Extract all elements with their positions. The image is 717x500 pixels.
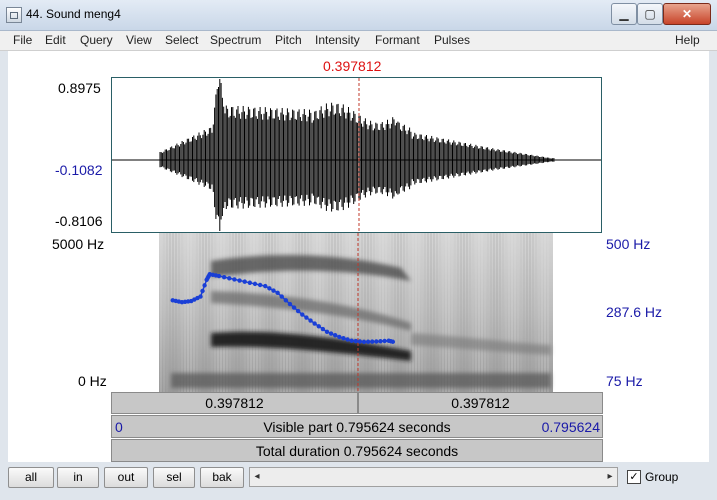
- visible-end-time: 0.795624: [541, 419, 600, 435]
- pitch-point: [200, 288, 205, 294]
- pitch-point: [357, 339, 363, 344]
- pitch-point: [365, 339, 371, 344]
- pitch-point: [324, 329, 330, 334]
- visible-part-bar[interactable]: 0 Visible part 0.795624 seconds 0.795624: [111, 415, 603, 438]
- pitch-point: [295, 308, 301, 314]
- visible-start-time: 0: [115, 419, 123, 435]
- close-button[interactable]: ✕: [663, 3, 711, 25]
- pitch-point: [374, 339, 379, 344]
- zoom-selection-button[interactable]: sel: [153, 467, 195, 488]
- pitch-point: [257, 282, 263, 288]
- scroll-right-arrow[interactable]: ▸: [603, 468, 617, 486]
- pitch-point: [390, 339, 396, 344]
- spectrogram-view[interactable]: [111, 233, 602, 392]
- total-duration-label: Total duration 0.795624 seconds: [255, 443, 459, 459]
- menu-view[interactable]: View: [126, 33, 152, 47]
- menu-pulses[interactable]: Pulses: [434, 33, 470, 47]
- pitch-point: [275, 290, 280, 296]
- pitch-point: [345, 337, 350, 342]
- maximize-icon: ▢: [644, 7, 656, 21]
- pitch-point: [312, 321, 317, 326]
- spectrogram-freq-top-label: 5000 Hz: [52, 236, 105, 252]
- waveform-cursor-value-label: -0.1082: [55, 162, 103, 178]
- pitch-point: [349, 338, 354, 343]
- waveform-view[interactable]: [111, 77, 602, 233]
- right-segment-bar[interactable]: 0.397812: [358, 392, 603, 414]
- zoom-in-button[interactable]: in: [57, 467, 99, 488]
- pitch-point: [232, 277, 237, 282]
- menu-spectrum[interactable]: Spectrum: [210, 33, 261, 47]
- pitch-point: [304, 315, 309, 320]
- pitch-point: [291, 305, 297, 310]
- spectrogram-freq-bottom-label: 0 Hz: [78, 373, 107, 389]
- pitch-axis-mid-label: 287.6 Hz: [606, 304, 663, 320]
- waveform-plot: [112, 78, 601, 232]
- menu-intensity[interactable]: Intensity: [315, 33, 360, 47]
- pitch-point: [287, 301, 293, 307]
- pitch-point: [283, 298, 289, 303]
- pitch-point: [202, 283, 207, 288]
- waveform-samples: [159, 79, 555, 231]
- menu-file[interactable]: File: [13, 33, 32, 47]
- left-segment-bar[interactable]: 0.397812: [111, 392, 358, 414]
- menu-pitch[interactable]: Pitch: [275, 33, 302, 47]
- pitch-point: [341, 336, 346, 341]
- pitch-point: [333, 333, 338, 338]
- menu-query[interactable]: Query: [80, 33, 113, 47]
- menu-formant[interactable]: Formant: [375, 33, 420, 47]
- pitch-point: [227, 276, 232, 281]
- total-duration-bar[interactable]: Total duration 0.795624 seconds: [111, 439, 603, 462]
- menu-edit[interactable]: Edit: [45, 33, 66, 47]
- pitch-point: [279, 294, 284, 299]
- pitch-point: [271, 288, 276, 293]
- pitch-point: [267, 286, 272, 291]
- pitch-point: [252, 281, 258, 287]
- horizontal-scrollbar[interactable]: ◂ ▸: [249, 467, 618, 487]
- pitch-point: [300, 312, 305, 317]
- pitch-point: [361, 339, 367, 345]
- scroll-left-arrow[interactable]: ◂: [250, 468, 264, 486]
- minimize-icon: ▁: [619, 7, 629, 21]
- pitch-point: [263, 283, 268, 289]
- pitch-point: [216, 273, 222, 279]
- close-icon: ✕: [681, 7, 693, 21]
- pitch-point: [308, 318, 313, 323]
- pitch-point: [382, 338, 387, 344]
- visible-part-label: Visible part 0.795624 seconds: [263, 419, 451, 435]
- pitch-point: [370, 339, 375, 344]
- right-segment-duration: 0.397812: [451, 395, 510, 411]
- pitch-point: [320, 326, 326, 332]
- pitch-point: [237, 278, 242, 283]
- pitch-point: [242, 279, 247, 284]
- menu-help[interactable]: Help: [675, 33, 700, 47]
- pitch-point: [328, 331, 334, 336]
- title-bar: 44. Sound meng4 ▁ ▢ ✕: [0, 0, 717, 31]
- group-checkbox[interactable]: ✓: [627, 470, 641, 484]
- left-segment-duration: 0.397812: [205, 395, 264, 411]
- pitch-axis-top-label: 500 Hz: [606, 236, 651, 252]
- pitch-point: [316, 324, 321, 329]
- waveform-min-label: -0.8106: [55, 213, 103, 229]
- zoom-out-button[interactable]: out: [104, 467, 148, 488]
- menu-bar: File Edit Query View Select Spectrum Pit…: [0, 31, 717, 51]
- group-label: Group: [645, 470, 679, 484]
- pitch-point: [353, 338, 358, 344]
- menu-select[interactable]: Select: [165, 33, 198, 47]
- pitch-point: [198, 294, 203, 299]
- pitch-point: [378, 339, 383, 344]
- praat-window-icon: [6, 7, 22, 23]
- pitch-point: [221, 274, 227, 280]
- minimize-button[interactable]: ▁: [611, 3, 637, 25]
- window-title: 44. Sound meng4: [26, 7, 121, 21]
- cursor-time-label: 0.397812: [323, 58, 382, 74]
- zoom-back-button[interactable]: bak: [200, 467, 244, 488]
- spectrogram-plot: [159, 233, 553, 392]
- pitch-axis-bottom-label: 75 Hz: [606, 373, 643, 389]
- zoom-all-button[interactable]: all: [8, 467, 54, 488]
- maximize-button[interactable]: ▢: [637, 3, 663, 25]
- pitch-point: [247, 280, 253, 285]
- pitch-point: [337, 334, 342, 340]
- waveform-max-label: 0.8975: [58, 80, 101, 96]
